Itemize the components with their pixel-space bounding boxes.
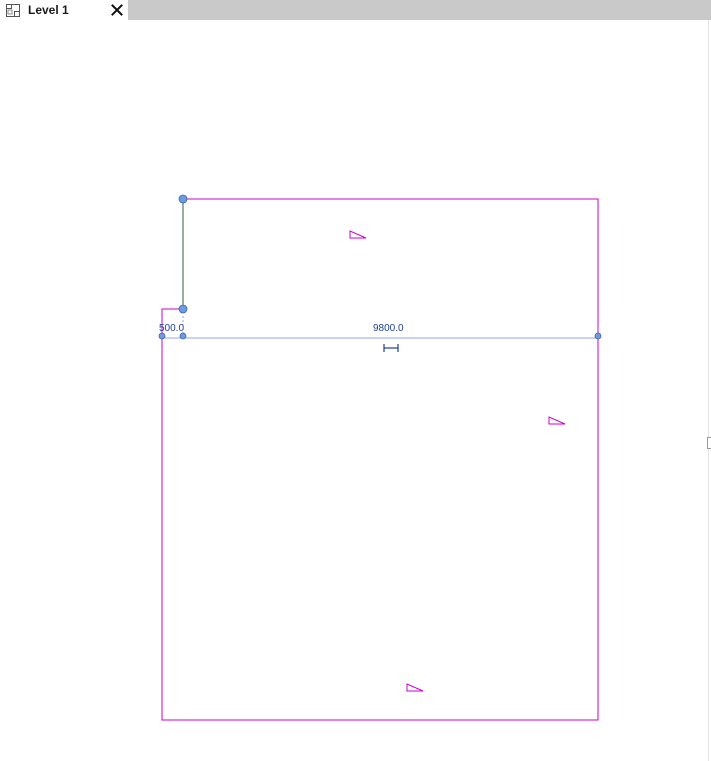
boundary-line-top[interactable] (161, 198, 599, 721)
grip-top[interactable] (178, 194, 188, 204)
tab-level-1[interactable]: Level 1 (0, 0, 128, 20)
view-tab-bar: Level 1 (0, 0, 711, 20)
grip-mid[interactable] (178, 304, 188, 314)
slope-arrow-icon[interactable] (548, 416, 566, 425)
close-icon[interactable] (109, 2, 125, 18)
slope-arrow-icon[interactable] (406, 683, 424, 692)
tab-label: Level 1 (28, 3, 69, 17)
floor-plan-view-icon (6, 4, 20, 17)
dimension-main-value[interactable]: 9800.0 (373, 323, 404, 334)
drawing-canvas[interactable]: 500.0 9800.0 (0, 20, 711, 761)
dimension-control-icon[interactable] (383, 344, 399, 352)
grip-dim-right[interactable] (594, 332, 602, 340)
slope-arrow-icon[interactable] (349, 230, 367, 239)
dimension-left-value[interactable]: 500.0 (159, 323, 184, 334)
